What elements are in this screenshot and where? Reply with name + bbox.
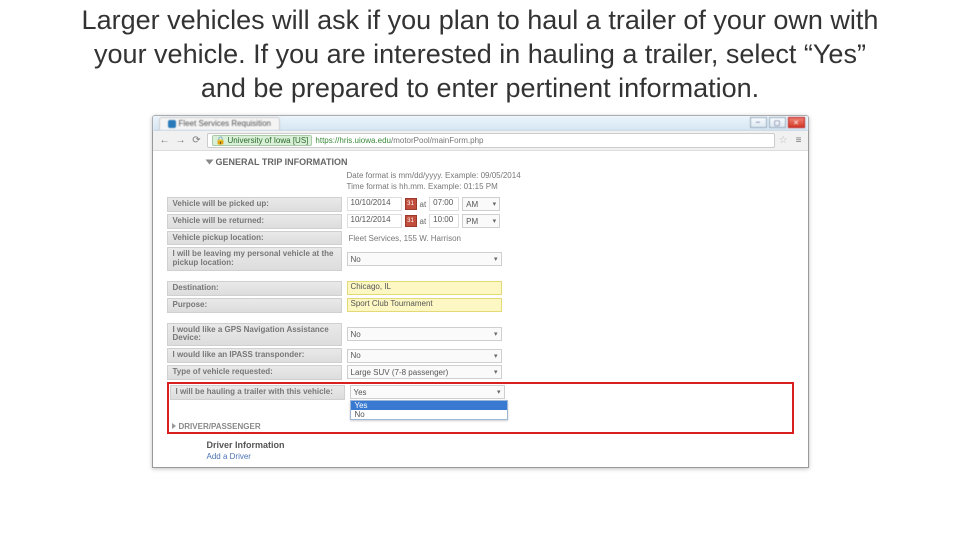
gps-select[interactable]: No▾ [347, 327, 502, 341]
leave-vehicle-select[interactable]: No▾ [347, 252, 502, 266]
label-leave-vehicle: I will be leaving my personal vehicle at… [167, 247, 342, 271]
label-destination: Destination: [167, 281, 342, 296]
chevron-down-icon: ▾ [494, 368, 498, 376]
label-pickup-location: Vehicle pickup location: [167, 231, 342, 246]
label-return: Vehicle will be returned: [167, 214, 342, 229]
label-purpose: Purpose: [167, 298, 342, 313]
browser-tab[interactable]: Fleet Services Requisition [159, 117, 280, 130]
window-close-button[interactable]: ✕ [788, 117, 805, 128]
label-vehicle-type: Type of vehicle requested: [167, 365, 342, 380]
calendar-icon[interactable]: 31 [405, 215, 417, 227]
return-time-input[interactable]: 10:00 [429, 214, 459, 228]
label-gps: I would like a GPS Navigation Assistance… [167, 323, 342, 347]
disclosure-triangle-icon[interactable] [172, 423, 176, 429]
return-date-input[interactable]: 10/12/2014 [347, 214, 402, 228]
url-path: /motorPool/mainForm.php [391, 136, 483, 145]
trailer-select[interactable]: Yes▾ [350, 385, 505, 399]
disclosure-triangle-icon[interactable] [205, 160, 213, 165]
address-input[interactable]: 🔒 University of Iowa [US] https://hris.u… [207, 133, 775, 148]
back-button[interactable]: ← [159, 135, 171, 147]
window-min-button[interactable]: – [750, 117, 767, 128]
label-pickup: Vehicle will be picked up: [167, 197, 342, 212]
trailer-option-no[interactable]: No [351, 410, 507, 419]
pickup-location-value: Fleet Services, 155 W. Harrison [347, 234, 461, 243]
tab-title: Fleet Services Requisition [179, 119, 271, 128]
trailer-highlight-box: I will be hauling a trailer with this ve… [167, 382, 794, 434]
url-host: https://hris.uiowa.edu [315, 136, 391, 145]
ipass-select[interactable]: No▾ [347, 349, 502, 363]
trailer-select-dropdown[interactable]: Yes No [350, 400, 508, 420]
tab-favicon [168, 120, 176, 128]
chevron-down-icon: ▾ [494, 255, 498, 263]
trailer-option-yes[interactable]: Yes [351, 401, 507, 410]
chevron-down-icon: ▾ [497, 388, 501, 396]
pickup-date-input[interactable]: 10/10/2014 [347, 197, 402, 211]
slide-title: Larger vehicles will ask if you plan to … [0, 0, 960, 113]
window-max-button[interactable]: ▢ [769, 117, 786, 128]
chevron-down-icon: ▾ [494, 352, 498, 360]
browser-screenshot: Fleet Services Requisition – ▢ ✕ ← → ⟳ 🔒… [152, 115, 809, 467]
section-driver-passenger: DRIVER/PASSENGER [172, 422, 791, 431]
https-chip: 🔒 University of Iowa [US] [212, 135, 313, 146]
format-hint: Date format is mm/dd/yyyy. Example: 09/0… [347, 171, 794, 192]
reload-button[interactable]: ⟳ [191, 135, 203, 147]
pickup-ampm-select[interactable]: AM▾ [462, 197, 500, 211]
driver-information-heading: Driver Information [207, 440, 794, 450]
window-titlebar: Fleet Services Requisition – ▢ ✕ [153, 116, 808, 131]
destination-input[interactable]: Chicago, IL [347, 281, 502, 295]
label-ipass: I would like an IPASS transponder: [167, 348, 342, 363]
vehicle-type-select[interactable]: Large SUV (7-8 passenger)▾ [347, 365, 502, 379]
browser-menu-icon[interactable]: ≡ [796, 135, 802, 146]
lock-icon: 🔒 [216, 136, 226, 145]
chevron-down-icon: ▾ [494, 330, 498, 338]
calendar-icon[interactable]: 31 [405, 198, 417, 210]
forward-button[interactable]: → [175, 135, 187, 147]
label-trailer: I will be hauling a trailer with this ve… [170, 385, 345, 400]
return-ampm-select[interactable]: PM▾ [462, 214, 500, 228]
chevron-down-icon: ▾ [493, 217, 497, 225]
purpose-input[interactable]: Sport Club Tournament [347, 298, 502, 312]
section-general-trip: GENERAL TRIP INFORMATION [207, 157, 794, 167]
bookmark-star-icon[interactable]: ☆ [779, 135, 788, 146]
chevron-down-icon: ▾ [493, 200, 497, 208]
add-driver-link[interactable]: Add a Driver [207, 452, 794, 461]
address-bar-row: ← → ⟳ 🔒 University of Iowa [US] https://… [153, 131, 808, 151]
page-content: GENERAL TRIP INFORMATION Date format is … [153, 151, 808, 466]
pickup-time-input[interactable]: 07:00 [429, 197, 459, 211]
